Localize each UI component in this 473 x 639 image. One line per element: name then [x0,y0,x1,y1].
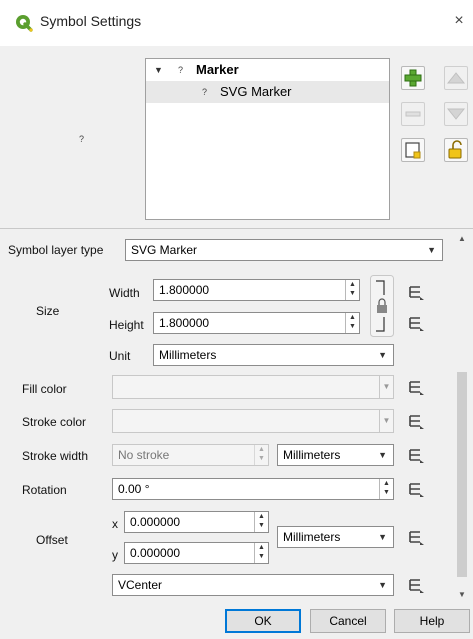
stroke-color-button[interactable]: ▼ [112,409,394,433]
add-layer-button[interactable] [401,66,425,90]
width-label: Width [109,286,140,300]
data-defined-override-icon[interactable] [406,314,428,334]
data-defined-override-icon[interactable] [406,378,428,398]
offset-x-value: 0.000000 [130,515,181,529]
duplicate-layer-button[interactable] [401,138,425,162]
duplicate-icon [405,142,421,159]
window-title: Symbol Settings [40,13,142,29]
symbol-icon: ? [178,65,184,75]
fill-color-label: Fill color [22,382,67,396]
cancel-button[interactable]: Cancel [310,609,386,633]
size-unit-combo[interactable]: Millimeters ▼ [153,344,394,366]
offset-unit-value: Millimeters [283,530,341,544]
stroke-color-label: Stroke color [22,415,87,429]
rotation-value: 0.00 ° [118,482,150,496]
height-label: Height [109,318,144,332]
tree-item-label: SVG Marker [220,84,292,99]
offset-y-spinbox[interactable]: 0.000000 ▲ ▼ [124,542,269,564]
move-up-button[interactable] [444,66,468,90]
chevron-down-icon: ▼ [427,245,436,255]
symbol-icon: ? [202,87,208,97]
symbol-layer-tree[interactable]: ▼ ? Marker ? SVG Marker [145,58,390,220]
spinner-icon[interactable]: ▲ ▼ [254,543,268,563]
tree-item-svg-marker[interactable]: ? SVG Marker [146,81,389,103]
rotation-label: Rotation [22,483,67,497]
scroll-down-icon[interactable]: ▼ [455,588,469,602]
offset-x-spinbox[interactable]: 0.000000 ▲ ▼ [124,511,269,533]
lock-layer-button[interactable] [444,138,468,162]
chevron-down-icon: ▼ [378,580,387,590]
lock-aspect-ratio-icon[interactable] [370,275,394,337]
add-icon [404,69,422,87]
stroke-width-unit-value: Millimeters [283,448,341,462]
chevron-down-icon: ▼ [378,532,387,542]
chevron-down-icon: ▼ [378,450,387,460]
stroke-width-spinbox[interactable]: No stroke ▲ ▼ [112,444,269,466]
remove-layer-button[interactable] [401,102,425,126]
vertical-scrollbar[interactable]: ▲ ▼ [455,232,469,602]
spinner-icon[interactable]: ▲ ▼ [345,313,359,333]
tree-item-marker[interactable]: ▼ ? Marker [146,59,389,81]
vertical-anchor-value: VCenter [118,578,163,592]
arrow-down-icon [446,108,466,120]
close-icon[interactable]: × [449,11,469,31]
chevron-down-icon: ▼ [378,350,387,360]
unit-label: Unit [109,349,131,363]
height-spinbox[interactable]: 1.800000 ▲ ▼ [153,312,360,334]
chevron-down-icon[interactable]: ▼ [379,410,393,432]
offset-y-value: 0.000000 [130,546,181,560]
height-value: 1.800000 [159,316,210,330]
scrollbar-thumb[interactable] [457,372,467,577]
size-label: Size [36,304,60,318]
data-defined-override-icon[interactable] [406,283,428,303]
layer-type-label: Symbol layer type [8,243,104,257]
rotation-spinbox[interactable]: 0.00 ° ▲ ▼ [112,478,394,500]
spinner-icon[interactable]: ▲ ▼ [254,445,268,465]
data-defined-override-icon[interactable] [406,528,428,548]
offset-y-label: y [112,548,118,562]
tree-item-label: Marker [196,62,239,77]
offset-label: Offset [36,533,68,547]
width-spinbox[interactable]: 1.800000 ▲ ▼ [153,279,360,301]
splitter[interactable] [0,228,473,229]
help-button[interactable]: Help [394,609,470,633]
offset-unit-combo[interactable]: Millimeters ▼ [277,526,394,548]
move-down-button[interactable] [444,102,468,126]
expand-arrow-icon[interactable]: ▼ [154,59,163,81]
symbol-preview: ? [79,134,85,144]
stroke-width-value: No stroke [118,448,170,462]
vertical-anchor-combo[interactable]: VCenter ▼ [112,574,394,596]
width-value: 1.800000 [159,283,210,297]
size-unit-value: Millimeters [159,348,217,362]
data-defined-override-icon[interactable] [406,480,428,500]
stroke-width-label: Stroke width [22,449,89,463]
scroll-up-icon[interactable]: ▲ [455,232,469,246]
unlock-icon [448,140,462,159]
data-defined-override-icon[interactable] [406,412,428,432]
spinner-icon[interactable]: ▲ ▼ [254,512,268,532]
chevron-down-icon[interactable]: ▼ [379,376,393,398]
data-defined-override-icon[interactable] [406,446,428,466]
layer-type-value: SVG Marker [131,243,198,257]
ok-button[interactable]: OK [225,609,301,633]
spinner-icon[interactable]: ▲ ▼ [345,280,359,300]
arrow-up-icon [446,72,466,84]
remove-icon [405,111,421,117]
spinner-icon[interactable]: ▲ ▼ [379,479,393,499]
offset-x-label: x [112,517,118,531]
layer-type-combo[interactable]: SVG Marker ▼ [125,239,443,261]
fill-color-button[interactable]: ▼ [112,375,394,399]
data-defined-override-icon[interactable] [406,576,428,596]
stroke-width-unit-combo[interactable]: Millimeters ▼ [277,444,394,466]
qgis-logo-icon [16,15,33,32]
